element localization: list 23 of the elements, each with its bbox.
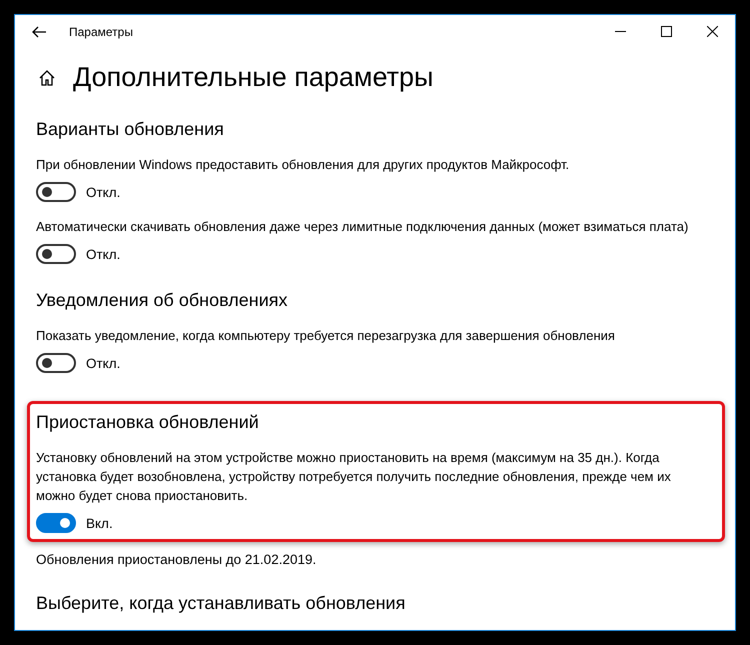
close-icon[interactable] — [706, 26, 718, 37]
back-arrow-icon[interactable] — [31, 24, 47, 40]
toggle-switch[interactable] — [36, 182, 76, 202]
toggle-state-label: Откл. — [86, 246, 120, 262]
option-description: Показать уведомление, когда компьютеру требуется перезагрузка для завершения обновления — [36, 327, 616, 345]
toggle-state-label: Откл. — [86, 356, 120, 370]
maximize-icon[interactable] — [660, 26, 672, 37]
section-heading: Выберите, когда устанавливать обновления — [36, 593, 406, 614]
page-title: Дополнительные параметры — [73, 62, 434, 93]
section-heading: Приостановка обновлений — [36, 412, 260, 433]
toggle-state-label: Вкл. — [86, 516, 113, 530]
status-text: Обновления приостановлены до 21.02.2019. — [36, 552, 318, 567]
option-description: При обновлении Windows предоставить обновления для других продуктов Майкрософт. — [36, 156, 570, 174]
option-description: Установку обновлений на этом устройстве можно приостановить на время (максимум на 35 дн.). Когда установка будет возобновлена, устройству потребуется получить последние обновления, прежде чем их можно будет снова приостановить. — [36, 449, 672, 505]
option-description: Автоматически скачивать обновления даже через лимитные подключения данных (может взиматься плата) — [36, 218, 690, 236]
toggle-state-label: Откл. — [86, 184, 120, 200]
toggle-switch[interactable] — [36, 353, 76, 373]
section-heading: Варианты обновления — [36, 119, 225, 140]
toggle-switch[interactable] — [36, 244, 76, 264]
window-title: Параметры — [69, 24, 134, 38]
section-heading: Уведомления об обновлениях — [36, 290, 289, 311]
home-icon[interactable] — [38, 68, 56, 86]
toggle-switch[interactable] — [36, 513, 76, 533]
